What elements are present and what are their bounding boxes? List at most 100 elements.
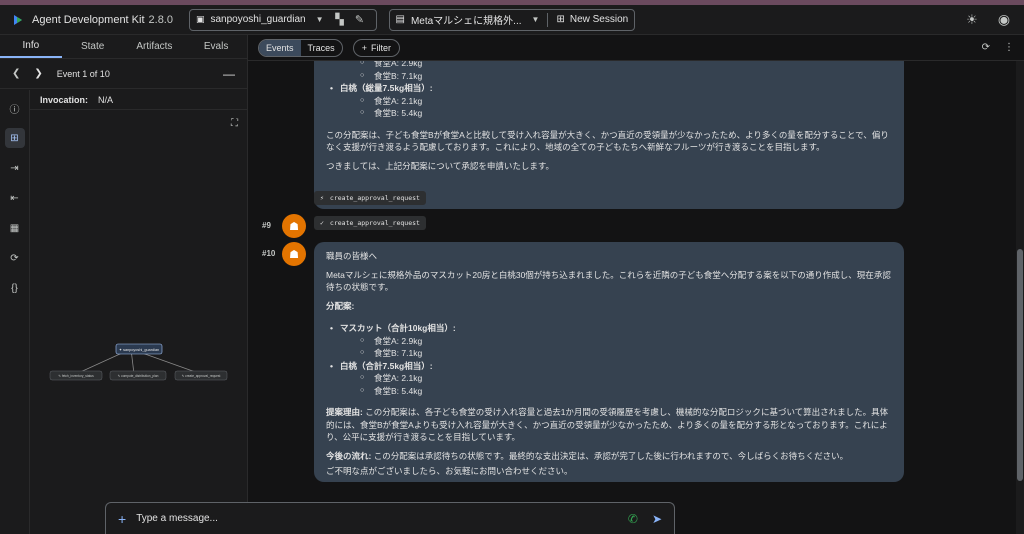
filter-button[interactable]: + Filter <box>352 38 400 57</box>
list-item: 食堂B: 5.4kg <box>326 385 892 398</box>
events-toggle[interactable]: Events <box>259 39 301 56</box>
function-call-name: create_approval_request <box>329 194 420 202</box>
closing-paragraph: ご不明な点がございましたら、お気軽にお問い合わせください。 <box>326 466 573 476</box>
account-icon[interactable]: ◉ <box>994 10 1014 30</box>
list-item: 白桃（総量7.5kg相当）: <box>326 82 892 95</box>
tab-info[interactable]: Info <box>0 35 62 58</box>
agent-selector[interactable]: ▣ sanpoyoshi_guardian ▼ ▚ ✎ <box>188 8 377 31</box>
adk-logo-icon <box>14 14 22 25</box>
logout-icon[interactable]: ⇤ <box>5 188 25 208</box>
plan-heading: 分配案: <box>326 300 355 311</box>
check-icon: ✓ <box>320 219 324 227</box>
divider <box>547 12 549 27</box>
tab-state[interactable]: State <box>62 35 124 58</box>
event-index: #10 <box>262 249 276 258</box>
brand: Agent Development Kit 2.8.0 <box>12 14 173 26</box>
app-version: 2.8.0 <box>148 13 173 26</box>
bolt-icon: ⚡ <box>320 194 324 202</box>
new-session-button[interactable]: New Session <box>570 14 628 25</box>
reason-paragraph: 提案理由: この分配案は、各子ども食堂の受け入れ容量と過去1か月間の受領履歴を考… <box>326 406 892 444</box>
top-right-actions: ☀ ◉ <box>962 10 1014 30</box>
list-item: 食堂B: 7.1kg <box>326 347 892 360</box>
function-response-chip[interactable]: ✓ create_approval_request <box>314 216 426 230</box>
chevron-down-icon: ▼ <box>315 15 324 24</box>
phone-icon[interactable]: ✆ <box>628 512 638 526</box>
message-paragraph: この分配案は、子ども食堂Bが食堂Aと比較して受け入れ容量が大きく、かつ直近の受領… <box>326 129 889 153</box>
chat-scrollbar[interactable] <box>1016 61 1024 534</box>
sidebar-tabs: Info State Artifacts Evals <box>0 35 247 59</box>
traces-toggle[interactable]: Traces <box>301 40 342 56</box>
graph-node-3-label: ✎ create_approval_request <box>182 374 221 378</box>
list-item: 食堂B: 5.4kg <box>326 107 892 120</box>
more-vert-icon[interactable]: ⋮ <box>1004 42 1014 53</box>
chat-icon: ▤ <box>395 14 405 25</box>
chevron-left-icon[interactable]: ❮ <box>12 68 20 79</box>
chat-scroll-area[interactable]: 食堂A: 2.9kg 食堂B: 7.1kg 白桃（総量7.5kg相当）: 食堂A… <box>248 61 1016 534</box>
add-attachment-icon[interactable]: + <box>118 511 126 527</box>
tab-artifacts[interactable]: Artifacts <box>124 35 186 58</box>
session-title: Metaマルシェに規格外... <box>410 16 522 27</box>
login-icon[interactable]: ⇥ <box>5 158 25 178</box>
refresh-icon[interactable]: ⟳ <box>982 42 990 53</box>
graph-view-icon[interactable]: ⊞ <box>4 128 25 148</box>
next-text: この分配案は承認待ちの状態です。最終的な支出決定は、承認が完了した後に行われます… <box>371 450 849 461</box>
next-paragraph: 今後の流れ: この分配案は承認待ちの状態です。最終的な支出決定は、承認が完了した… <box>326 450 892 463</box>
sync-icon[interactable]: ⟳ <box>5 248 25 268</box>
filter-bar: Events Traces + Filter ⟳ ⋮ <box>248 35 1024 61</box>
scrollbar-thumb[interactable] <box>1017 249 1023 481</box>
new-session-icon: ⊞ <box>556 14 565 25</box>
filter-label: Filter <box>370 42 391 53</box>
send-icon[interactable]: ➤ <box>652 512 662 526</box>
list-item: 食堂A: 2.1kg <box>326 95 892 108</box>
theme-toggle-icon[interactable]: ☀ <box>962 10 982 30</box>
tab-evals[interactable]: Evals <box>185 35 247 58</box>
function-call-chip[interactable]: ⚡ create_approval_request <box>314 191 426 205</box>
app-title: Agent Development Kit <box>32 13 145 26</box>
json-icon[interactable]: {} <box>5 278 25 298</box>
event-counter: Event 1 of 10 <box>56 68 110 79</box>
event-detail: Invocation: N/A ⛶ ✦ sanpoyoshi_guardian … <box>30 90 248 534</box>
message-composer: + ✆ ➤ <box>105 502 675 534</box>
agent-avatar: ☗ <box>282 214 306 238</box>
reason-label: 提案理由: <box>326 407 363 417</box>
function-response-name: create_approval_request <box>329 219 420 227</box>
graph-node-root-label: ✦ sanpoyoshi_guardian <box>119 348 159 352</box>
graph-node-2-label: ✎ compute_distribution_plan <box>118 374 159 378</box>
filter-actions: ⟳ ⋮ <box>982 42 1014 53</box>
sidebar: Info State Artifacts Evals ❮ ❯ Event 1 o… <box>0 35 248 534</box>
agent-name: sanpoyoshi_guardian <box>210 14 306 25</box>
chevron-right-icon[interactable]: ❯ <box>34 68 42 79</box>
edit-icon[interactable]: ✎ <box>350 10 370 30</box>
detail-rail: ⓘ ⊞ ⇥ ⇤ ▦ ⟳ {} <box>0 90 30 534</box>
plus-icon: + <box>361 42 367 53</box>
list-item: 白桃（合計7.5kg相当）: <box>326 360 892 373</box>
chart-icon[interactable]: ▦ <box>5 218 25 238</box>
collapse-icon[interactable]: — <box>223 67 235 81</box>
agent-graph[interactable]: ✦ sanpoyoshi_guardian ✎ fetch_inventory_… <box>30 90 248 534</box>
next-label: 今後の流れ: <box>326 450 372 461</box>
list-item: マスカット（合計10kg相当）: <box>326 322 892 335</box>
graph-node-1-label: ✎ fetch_inventory_status <box>58 374 94 378</box>
message-greeting: 職員の皆様へ <box>326 251 378 261</box>
agent-message-bubble: 職員の皆様へ Metaマルシェに規格外品のマスカット20房と白桃30個が持ち込ま… <box>314 242 904 482</box>
session-selector[interactable]: ▤ Metaマルシェに規格外... ▼ ⊞ New Session <box>388 8 636 31</box>
robot-icon: ☗ <box>289 220 299 233</box>
reason-text: この分配案は、各子ども食堂の受け入れ容量と過去1か月間の受領履歴を考慮し、機械的… <box>326 407 889 442</box>
agent-message-bubble: 食堂A: 2.9kg 食堂B: 7.1kg 白桃（総量7.5kg相当）: 食堂A… <box>314 61 904 209</box>
list-item: 食堂B: 7.1kg <box>326 70 892 83</box>
info-icon[interactable]: ⓘ <box>5 98 25 118</box>
event-navigator: ❮ ❯ Event 1 of 10 — <box>0 59 247 89</box>
agent-avatar: ☗ <box>282 242 306 266</box>
chevron-down-icon: ▼ <box>531 15 540 24</box>
view-toggle: Events Traces <box>258 38 343 57</box>
top-bar: Agent Development Kit 2.8.0 ▣ sanpoyoshi… <box>0 5 1024 35</box>
agent-icon: ▣ <box>195 14 205 24</box>
list-item: 食堂A: 2.1kg <box>326 372 892 385</box>
robot-icon: ☗ <box>289 248 299 261</box>
event-index: #9 <box>262 221 271 230</box>
list-item: 食堂A: 2.9kg <box>326 335 892 348</box>
message-input[interactable] <box>136 513 628 524</box>
main-panel: Events Traces + Filter ⟳ ⋮ 食堂A: 2.9kg 食堂… <box>248 35 1024 534</box>
list-item: 食堂A: 2.9kg <box>326 61 892 70</box>
graph-icon[interactable]: ▚ <box>330 10 350 30</box>
